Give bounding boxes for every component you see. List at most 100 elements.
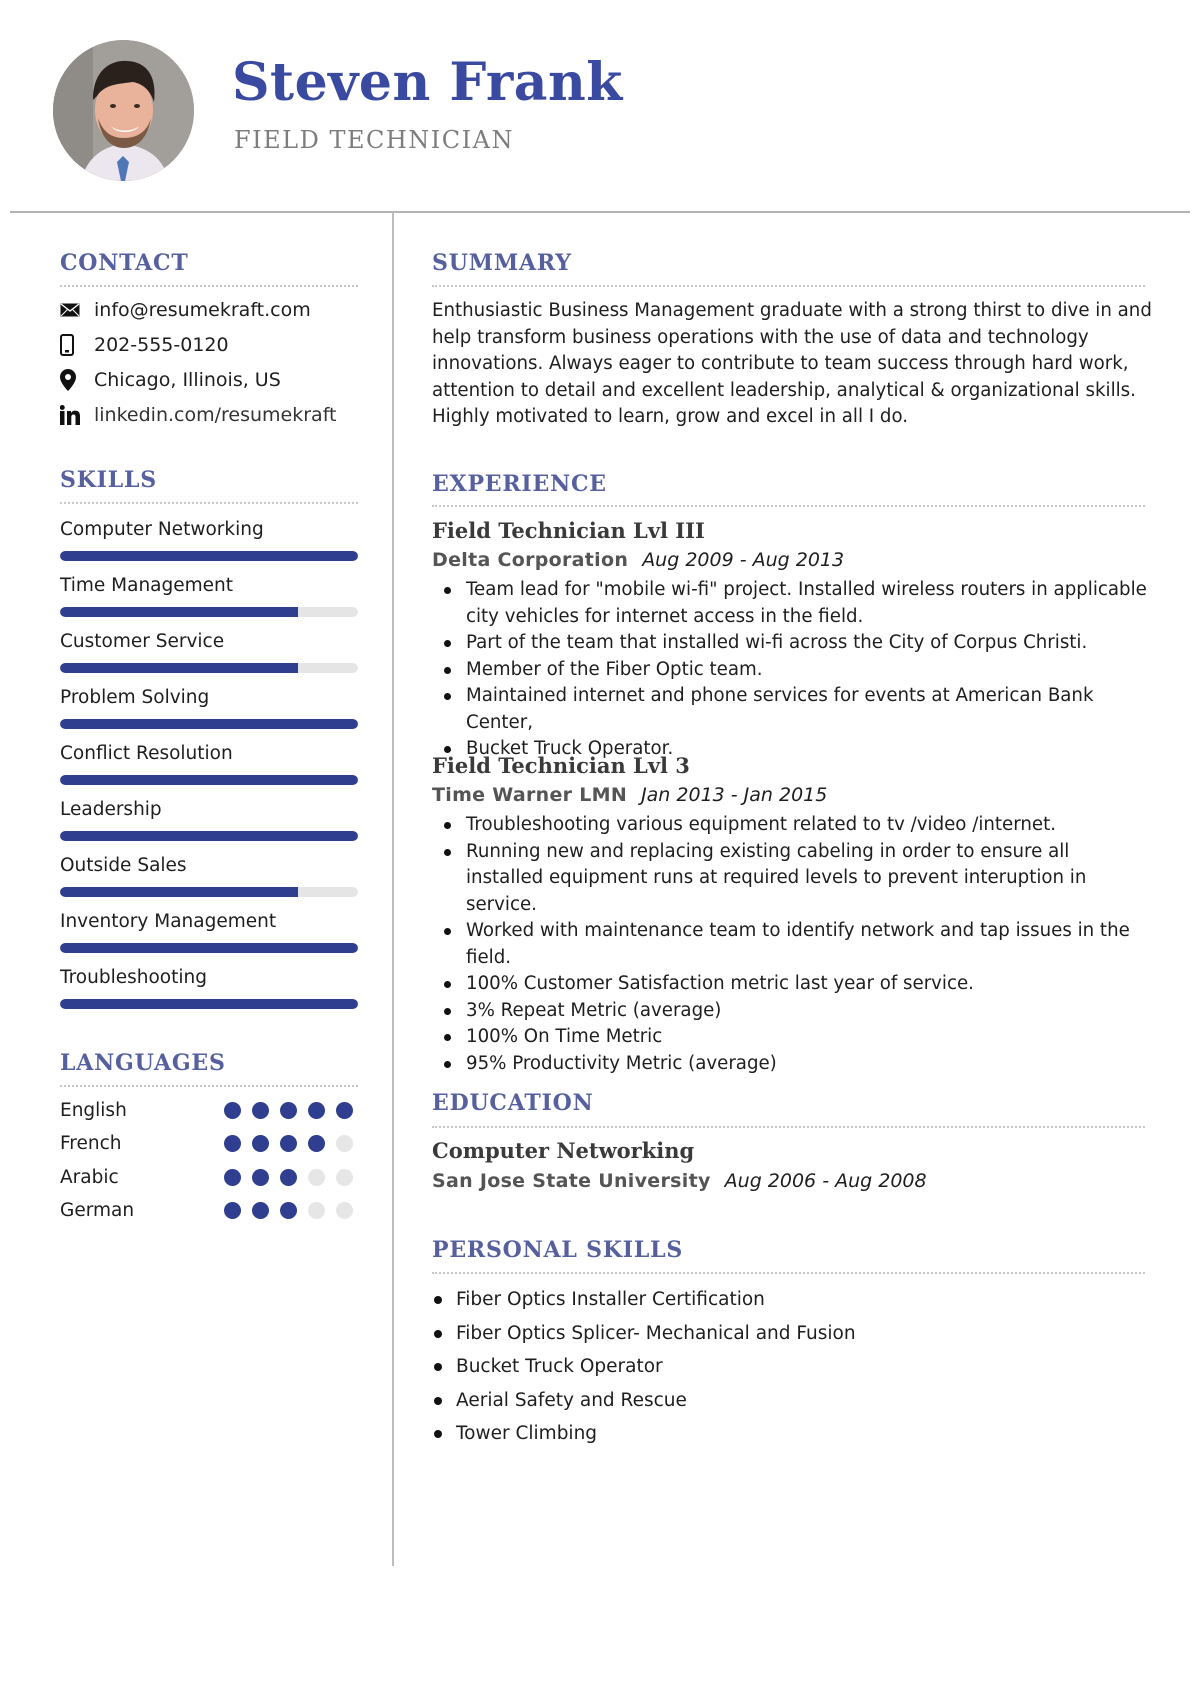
- language-item: French: [60, 1130, 360, 1158]
- language-rating: [224, 1135, 353, 1152]
- rating-dot-filled: [224, 1168, 241, 1186]
- experience-heading-rule: [432, 505, 1145, 507]
- skill-level-bar: [60, 943, 358, 953]
- rating-dot-filled: [252, 1101, 269, 1119]
- skill-level-fill: [60, 999, 358, 1009]
- job-bullet: Member of the Fiber Optic team.: [432, 657, 1152, 684]
- contact-linkedin[interactable]: linkedin.com/resumekraft: [60, 402, 337, 428]
- contact-location: Chicago, Illinois, US: [60, 367, 281, 393]
- experience-heading: EXPERIENCE: [432, 471, 607, 497]
- job-bullet: 95% Productivity Metric (average): [432, 1051, 1152, 1078]
- language-item: German: [60, 1197, 360, 1225]
- skill-label: Inventory Management: [60, 911, 277, 932]
- languages-heading-rule: [60, 1085, 358, 1087]
- skill-level-bar: [60, 663, 358, 673]
- skill-label: Troubleshooting: [60, 967, 207, 988]
- rating-dot-filled: [252, 1135, 269, 1152]
- skill-label: Conflict Resolution: [60, 743, 233, 764]
- envelope-icon: [60, 299, 82, 321]
- location-pin-icon: [60, 369, 82, 391]
- phone-icon: [60, 334, 82, 356]
- job-bullet: 100% Customer Satisfaction metric last y…: [432, 971, 1152, 998]
- contact-phone[interactable]: 202-555-0120: [60, 332, 229, 358]
- skill-item: Computer Networking: [60, 517, 358, 561]
- personal-skills-heading: PERSONAL SKILLS: [432, 1237, 684, 1263]
- personal-skill-item: Bucket Truck Operator: [432, 1350, 1152, 1384]
- skill-item: Conflict Resolution: [60, 741, 358, 785]
- job-bullet: Maintained internet and phone services f…: [432, 683, 1152, 736]
- skill-level-fill: [60, 663, 299, 673]
- skill-level-bar: [60, 719, 358, 729]
- rating-dot-filled: [252, 1168, 269, 1186]
- skill-label: Leadership: [60, 799, 162, 820]
- language-label: French: [60, 1133, 122, 1154]
- job-title: Field Technician Lvl 3: [432, 753, 690, 778]
- skill-level-fill: [60, 551, 358, 561]
- summary-text: Enthusiastic Business Management graduat…: [432, 300, 1152, 427]
- rating-dot-filled: [280, 1202, 297, 1219]
- rating-dot-empty: [336, 1135, 353, 1152]
- skill-label: Customer Service: [60, 631, 225, 652]
- education-meta: San Jose State University Aug 2006 - Aug …: [432, 1170, 927, 1192]
- language-label: German: [60, 1200, 135, 1221]
- rating-dot-filled: [308, 1101, 325, 1119]
- job-bullet: 3% Repeat Metric (average): [432, 998, 1152, 1025]
- skill-level-bar: [60, 999, 358, 1009]
- personal-skill-item: Fiber Optics Splicer- Mechanical and Fus…: [432, 1317, 1152, 1351]
- rating-dot-filled: [280, 1168, 297, 1186]
- rating-dot-empty: [336, 1168, 353, 1186]
- language-rating: [224, 1202, 353, 1219]
- contact-location-text: Chicago, Illinois, US: [94, 369, 281, 391]
- contact-phone-text: 202-555-0120: [94, 334, 229, 356]
- contact-linkedin-text: linkedin.com/resumekraft: [94, 404, 337, 426]
- contact-email[interactable]: info@resumekraft.com: [60, 297, 311, 323]
- skill-level-fill: [60, 607, 299, 617]
- skill-level-bar: [60, 831, 358, 841]
- rating-dot-filled: [280, 1135, 297, 1152]
- skills-heading: SKILLS: [60, 467, 157, 493]
- job-bullets: Team lead for "mobile wi-fi" project. In…: [432, 577, 1152, 763]
- summary-heading: SUMMARY: [432, 250, 572, 276]
- skill-level-bar: [60, 775, 358, 785]
- language-label: Arabic: [60, 1166, 119, 1188]
- skill-level-fill: [60, 943, 358, 953]
- job-bullet: 100% On Time Metric: [432, 1024, 1152, 1051]
- job-company: Time Warner LMN: [432, 784, 628, 806]
- skill-item: Leadership: [60, 797, 358, 841]
- skill-level-fill: [60, 775, 358, 785]
- skill-label: Computer Networking: [60, 519, 264, 540]
- language-rating: [224, 1168, 353, 1186]
- job-bullet: Troubleshooting various equipment relate…: [432, 812, 1152, 839]
- personal-skills-heading-rule: [432, 1272, 1145, 1274]
- skill-label: Outside Sales: [60, 855, 187, 876]
- column-divider: [392, 212, 394, 1566]
- rating-dot-empty: [336, 1202, 353, 1219]
- skill-item: Troubleshooting: [60, 965, 358, 1009]
- skill-level-bar: [60, 607, 358, 617]
- skill-level-fill: [60, 831, 358, 841]
- contact-email-text: info@resumekraft.com: [94, 299, 311, 321]
- education-dates: Aug 2006 - Aug 2008: [724, 1170, 927, 1192]
- personal-skill-item: Fiber Optics Installer Certification: [432, 1283, 1152, 1317]
- job-dates: Aug 2009 - Aug 2013: [642, 549, 845, 571]
- education-heading: EDUCATION: [432, 1090, 594, 1116]
- language-item: Arabic: [60, 1163, 360, 1191]
- skill-label: Problem Solving: [60, 687, 210, 708]
- rating-dot-filled: [336, 1101, 353, 1119]
- rating-dot-filled: [252, 1202, 269, 1219]
- skill-level-fill: [60, 719, 358, 729]
- skill-level-bar: [60, 887, 358, 897]
- languages-heading: LANGUAGES: [60, 1050, 226, 1076]
- language-item: English: [60, 1096, 360, 1124]
- job-dates: Jan 2013 - Jan 2015: [641, 784, 828, 806]
- language-rating: [224, 1101, 353, 1119]
- rating-dot-filled: [280, 1101, 297, 1119]
- education-degree: Computer Networking: [432, 1138, 695, 1163]
- person-portrait-icon: [53, 40, 194, 181]
- education-school: San Jose State University: [432, 1170, 711, 1192]
- rating-dot-filled: [224, 1135, 241, 1152]
- skill-item: Time Management: [60, 573, 358, 617]
- rating-dot-filled: [308, 1135, 325, 1152]
- education-heading-rule: [432, 1126, 1145, 1128]
- personal-skill-item: Tower Climbing: [432, 1417, 1152, 1451]
